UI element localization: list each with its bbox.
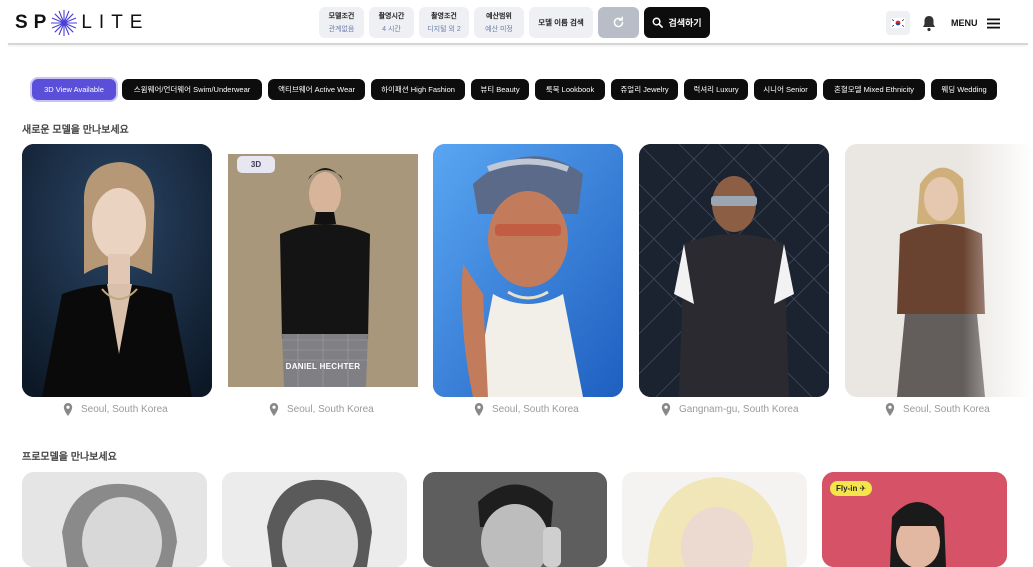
menu-button[interactable]: MENU (951, 14, 1000, 32)
location-pin-icon (63, 402, 73, 416)
category-chip-beauty[interactable]: 뷰티 Beauty (471, 79, 529, 100)
category-chip-jewelry[interactable]: 쥬얼리 Jewelry (611, 79, 678, 100)
location-pin-icon (661, 402, 671, 416)
category-chip-swim-underwear[interactable]: 스윔웨어/언더웨어 Swim/Underwear (122, 79, 262, 100)
model-card[interactable] (639, 144, 829, 397)
model-photo (423, 472, 607, 567)
reset-button[interactable] (598, 7, 639, 38)
category-chip-3d-view[interactable]: 3D View Available (32, 79, 116, 100)
model-card[interactable] (423, 472, 607, 567)
model-card[interactable] (22, 472, 207, 567)
section-title-pro-models: 프로모델을 만나보세요 (22, 452, 117, 463)
model-card[interactable]: 3D DANIEL HECHTER (228, 154, 418, 387)
filter-budget[interactable]: 예산범위 예산 미정 (474, 7, 524, 38)
location-label: Seoul, South Korea (63, 402, 168, 416)
bell-icon[interactable] (921, 14, 937, 32)
location-pin-icon (885, 402, 895, 416)
location-pin-icon (474, 402, 484, 416)
location-text: Seoul, South Korea (81, 403, 168, 415)
category-chip-lookbook[interactable]: 룩북 Lookbook (535, 79, 605, 100)
location-text: Gangnam-gu, South Korea (679, 403, 799, 415)
fly-in-badge: Fly-in ✈ (830, 481, 873, 496)
filter-value: 디지털 외 2 (427, 26, 461, 33)
logo-star-icon (51, 10, 78, 36)
filter-shoot-time[interactable]: 촬영시간 4 시간 (369, 7, 414, 38)
category-chip-mixed-ethnicity[interactable]: 혼혈모델 Mixed Ethnicity (823, 79, 925, 100)
category-chip-wedding[interactable]: 웨딩 Wedding (931, 79, 997, 100)
header-divider (8, 43, 1028, 45)
location-label: Seoul, South Korea (885, 402, 990, 416)
model-card[interactable] (845, 144, 1033, 397)
model-photo (622, 472, 807, 567)
refresh-icon (613, 16, 624, 28)
logo-text-right: LITE (81, 12, 150, 33)
filter-shoot-condition[interactable]: 촬영조건 디지털 외 2 (419, 7, 469, 38)
location-label: Seoul, South Korea (474, 402, 579, 416)
filter-value: 예산 미정 (485, 26, 513, 33)
model-name-search-button[interactable]: 모델 이름 검색 (529, 7, 593, 38)
category-chip-high-fashion[interactable]: 하이패션 High Fashion (371, 79, 465, 100)
location-label: Gangnam-gu, South Korea (661, 402, 799, 416)
badge-3d: 3D (237, 156, 275, 173)
model-photo (433, 144, 623, 397)
location-text: Seoul, South Korea (492, 403, 579, 415)
category-chip-luxury[interactable]: 럭셔리 Luxury (684, 79, 748, 100)
filter-title: 촬영시간 (378, 13, 405, 20)
model-card[interactable] (22, 144, 212, 397)
location-label: Seoul, South Korea (269, 402, 374, 416)
model-card[interactable]: Fly-in ✈ (822, 472, 1007, 567)
top-nav: SP LITE 모델조건 관계없음 촬영시간 4 시간 촬영조건 디지털 외 2 (0, 0, 1033, 44)
filter-title: 촬영조건 (431, 13, 457, 20)
model-photo (22, 144, 212, 397)
filter-value: 관계없음 (328, 26, 355, 33)
search-button[interactable]: 검색하기 (644, 7, 710, 38)
model-photo (222, 472, 407, 567)
model-photo (639, 144, 829, 397)
filter-value: 4 시간 (382, 26, 401, 33)
model-card[interactable] (222, 472, 407, 567)
location-text: Seoul, South Korea (903, 403, 990, 415)
fade-overlay (963, 144, 1033, 397)
location-pin-icon (269, 402, 279, 416)
logo-text-left: SP (15, 12, 53, 33)
model-photo (228, 154, 418, 387)
brand-overlay: DANIEL HECHTER (285, 362, 361, 371)
language-button[interactable] (886, 11, 910, 35)
category-chip-senior[interactable]: 시니어 Senior (754, 79, 817, 100)
filter-model-condition[interactable]: 모델조건 관계없음 (319, 7, 364, 38)
logo[interactable]: SP LITE (15, 9, 149, 37)
menu-label: MENU (951, 18, 978, 28)
filter-title: 모델조건 (328, 13, 355, 20)
model-photo (22, 472, 207, 567)
search-icon (652, 17, 664, 28)
model-card[interactable] (622, 472, 807, 567)
location-text: Seoul, South Korea (287, 403, 374, 415)
hamburger-icon (986, 18, 1000, 28)
section-title-new-models: 새로운 모델을 만나보세요 (22, 125, 129, 136)
model-card[interactable] (433, 144, 623, 397)
category-chip-active-wear[interactable]: 액티브웨어 Active Wear (268, 79, 365, 100)
filter-title: 예산범위 (486, 13, 512, 20)
search-button-label: 검색하기 (668, 18, 702, 28)
korea-flag-icon (891, 18, 905, 28)
